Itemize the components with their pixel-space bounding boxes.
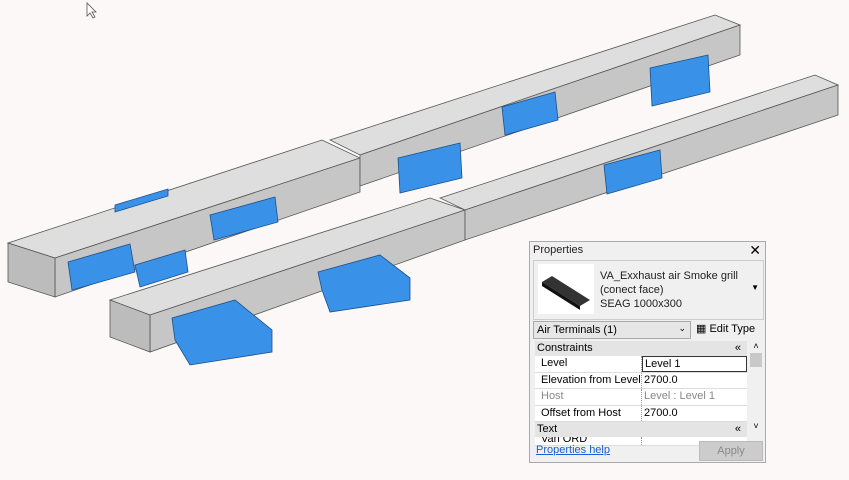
property-label: Level	[535, 356, 642, 372]
type-name-line3: SEAG 1000x300	[600, 298, 682, 310]
property-row[interactable]: Elevation from Level 2700.0	[535, 372, 747, 389]
elevation-value-field[interactable]: 2700.0	[642, 373, 747, 389]
host-value: Level : Level 1	[644, 390, 715, 402]
properties-panel: Properties ✕ VA_Exxhaust air Smoke grill…	[529, 241, 766, 463]
scroll-thumb[interactable]	[750, 353, 762, 367]
category-label: Constraints	[537, 342, 593, 354]
edit-type-label: Edit Type	[709, 323, 756, 335]
offset-value-field[interactable]: 2700.0	[642, 406, 747, 422]
category-label: Text	[537, 423, 558, 435]
scroll-down-icon[interactable]: ˅	[749, 421, 763, 431]
category-text[interactable]: Text «	[535, 422, 747, 437]
chevron-down-icon: ⌄	[678, 323, 686, 333]
type-thumbnail	[538, 264, 594, 314]
panel-title: Properties	[533, 244, 584, 256]
property-row[interactable]: Offset from Host 2700.0	[535, 405, 747, 422]
scroll-up-icon[interactable]: ˄	[749, 341, 763, 351]
type-name-line2: (conect face)	[600, 284, 664, 296]
level-value-field[interactable]: Level 1	[642, 356, 747, 372]
type-name-line1: VA_Exxhaust air Smoke grill	[600, 270, 738, 282]
category-constraints[interactable]: Constraints «	[535, 341, 747, 356]
collapse-icon[interactable]: «	[735, 422, 741, 437]
filter-label: Air Terminals (1)	[537, 324, 617, 336]
property-label: Elevation from Level	[535, 372, 642, 388]
dropdown-arrow-icon[interactable]: ▼	[751, 283, 759, 292]
close-icon[interactable]: ✕	[749, 242, 761, 259]
type-selector[interactable]: VA_Exxhaust air Smoke grill (conect face…	[533, 260, 764, 320]
property-label: Host	[535, 389, 642, 405]
apply-button[interactable]: Apply	[699, 441, 763, 461]
instance-filter-dropdown[interactable]: Air Terminals (1) ⌄	[533, 321, 691, 339]
property-label: Offset from Host	[535, 405, 642, 421]
properties-grid: Constraints « Level Level 1 Elevation from…	[535, 341, 747, 446]
edit-type-icon: ▦	[696, 323, 707, 335]
property-row[interactable]: Level Level 1	[535, 356, 747, 373]
properties-help-link[interactable]: Properties help	[536, 444, 610, 456]
cursor-icon	[86, 2, 97, 19]
collapse-icon[interactable]: «	[735, 341, 741, 356]
scrollbar[interactable]: ˄ ˅	[749, 341, 763, 438]
property-row: Host Level : Level 1	[535, 389, 747, 406]
edit-type-button[interactable]: ▦ Edit Type	[696, 322, 755, 335]
